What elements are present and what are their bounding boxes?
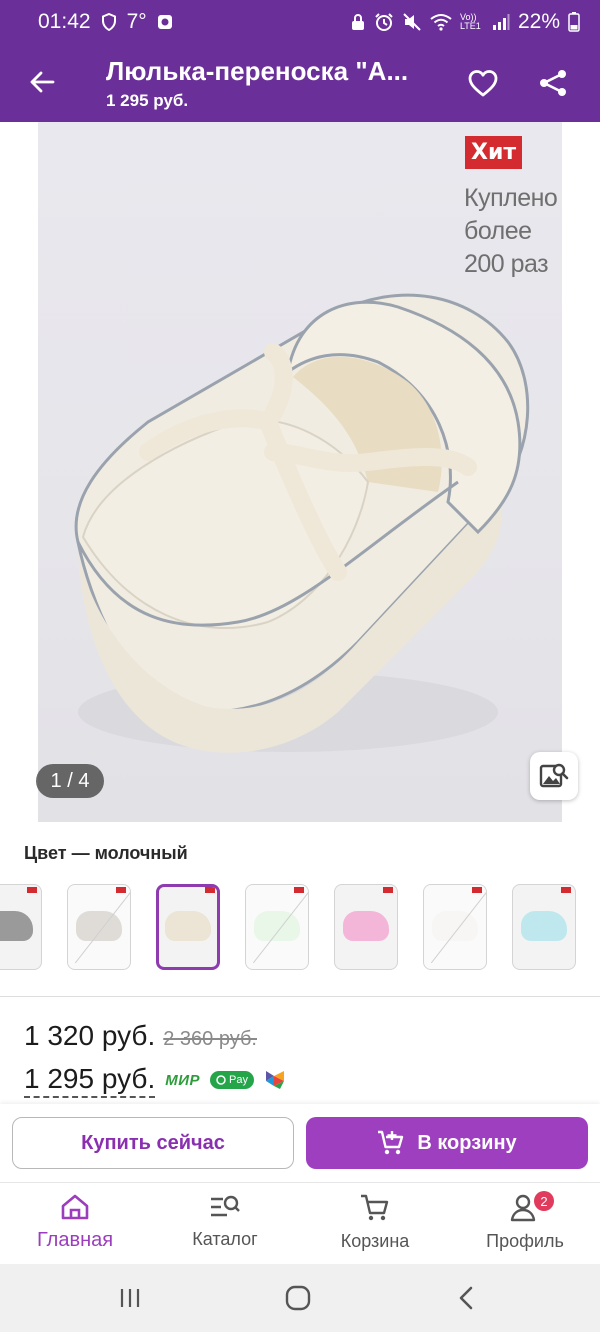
- unavailable-overlay: [246, 885, 308, 969]
- hit-badge: Хит: [465, 136, 523, 169]
- share-button[interactable]: [530, 60, 576, 106]
- nav-home[interactable]: Главная: [0, 1193, 150, 1252]
- current-price: 1 320 руб.: [24, 1020, 156, 1051]
- color-label: Цвет — молочный: [24, 843, 188, 863]
- share-icon: [540, 70, 566, 96]
- color-swatch-green[interactable]: [245, 884, 309, 970]
- page-title: Люлька-переноска "А...: [106, 56, 409, 86]
- cart-plus-icon: [378, 1130, 404, 1155]
- nav-cart-label: Корзина: [340, 1231, 410, 1251]
- mute-icon: [402, 12, 422, 32]
- home-icon: [61, 1194, 89, 1220]
- image-search-icon: [539, 763, 569, 788]
- color-swatch-pink[interactable]: [334, 884, 398, 970]
- color-swatch-beige[interactable]: [67, 884, 131, 970]
- mir-logo: МИР: [165, 1071, 201, 1089]
- swatch-tag: [294, 887, 304, 893]
- network-label: Vo)) LTE1: [459, 12, 481, 31]
- battery-icon: [568, 12, 580, 32]
- divider: [0, 996, 600, 997]
- action-bar: Купить сейчас В корзину: [0, 1104, 600, 1182]
- arrow-left-icon: [30, 71, 55, 93]
- buy-now-button[interactable]: Купить сейчас: [12, 1117, 294, 1169]
- color-swatch-blue[interactable]: [512, 884, 576, 970]
- back-button[interactable]: [20, 60, 64, 104]
- system-back-button[interactable]: [446, 1282, 486, 1314]
- status-temperature: 7°: [126, 10, 147, 33]
- card-price-row[interactable]: 1 295 руб. МИР Pay: [24, 1062, 286, 1098]
- app-bar: Люлька-переноска "А... 1 295 руб.: [0, 44, 600, 122]
- swatch-tag: [205, 887, 215, 893]
- image-search-button[interactable]: [530, 752, 578, 800]
- card-price[interactable]: 1 295 руб.: [24, 1062, 156, 1098]
- profile-notification-badge: 2: [534, 1191, 554, 1211]
- sbp-icon: [266, 1071, 285, 1089]
- swatch-tag: [472, 887, 482, 893]
- bought-line: 200 раз: [464, 250, 549, 278]
- heart-icon: [468, 70, 498, 97]
- bottom-navigation: Главная Каталог Корзина 2 Профиль: [0, 1182, 600, 1264]
- bought-count-text: Куплено более 200 раз: [464, 182, 562, 281]
- add-to-cart-label: В корзину: [417, 1131, 517, 1154]
- swatch-thumbnail: [165, 911, 211, 941]
- old-price: 2 360 руб.: [163, 1028, 257, 1050]
- unavailable-overlay: [424, 885, 486, 969]
- system-navigation-bar: [0, 1264, 600, 1332]
- nav-catalog[interactable]: Каталог: [150, 1193, 300, 1250]
- color-swatch-gray[interactable]: [0, 884, 42, 970]
- bought-line: более: [464, 217, 532, 245]
- swatch-thumbnail: [0, 911, 33, 941]
- home-system-button[interactable]: [278, 1282, 318, 1314]
- nav-catalog-label: Каталог: [192, 1229, 258, 1249]
- nav-cart[interactable]: Корзина: [300, 1193, 450, 1252]
- page-subtitle-price: 1 295 руб.: [106, 91, 189, 110]
- swatch-tag: [116, 887, 126, 893]
- battery-percent: 22%: [517, 10, 560, 33]
- nav-home-label: Главная: [36, 1229, 114, 1251]
- unavailable-overlay: [68, 885, 130, 969]
- shield-icon: [101, 13, 117, 31]
- status-bar: 01:42 7° Vo)) LTE1 22%: [0, 0, 600, 44]
- bought-line: Куплено: [464, 184, 558, 212]
- swatch-thumbnail: [521, 911, 567, 941]
- color-swatch-white[interactable]: [423, 884, 487, 970]
- image-counter: 1 / 4: [36, 764, 104, 798]
- status-time: 01:42: [38, 10, 91, 33]
- swatch-thumbnail: [343, 911, 389, 941]
- swatch-tag: [27, 887, 37, 893]
- home-circle-icon: [285, 1285, 311, 1311]
- recent-apps-button[interactable]: [110, 1282, 150, 1314]
- signal-icon: [492, 13, 510, 31]
- swatch-tag: [383, 887, 393, 893]
- pay-logo-label: Pay: [229, 1074, 249, 1086]
- color-swatch-list: [0, 884, 600, 972]
- pay-logo: Pay: [210, 1071, 255, 1089]
- recent-apps-icon: [120, 1289, 140, 1307]
- catalog-search-icon: [211, 1195, 240, 1217]
- chevron-left-icon: [459, 1286, 473, 1310]
- nav-profile[interactable]: 2 Профиль: [450, 1191, 600, 1252]
- wifi-icon: [430, 13, 452, 31]
- swatch-tag: [561, 887, 571, 893]
- price-row: 1 320 руб. 2 360 руб.: [24, 1020, 257, 1052]
- app-notification-icon: [157, 14, 173, 30]
- cart-icon: [361, 1194, 389, 1221]
- alarm-icon: [374, 12, 394, 32]
- color-swatch-milky[interactable]: [156, 884, 220, 970]
- product-photo[interactable]: Хит Куплено более 200 раз: [38, 122, 562, 822]
- favorite-button[interactable]: [460, 60, 506, 106]
- add-to-cart-button[interactable]: В корзину: [306, 1117, 588, 1169]
- nav-profile-label: Профиль: [486, 1231, 564, 1251]
- product-gallery[interactable]: Хит Куплено более 200 раз 1 / 4: [0, 122, 600, 822]
- lock-icon: [350, 13, 366, 31]
